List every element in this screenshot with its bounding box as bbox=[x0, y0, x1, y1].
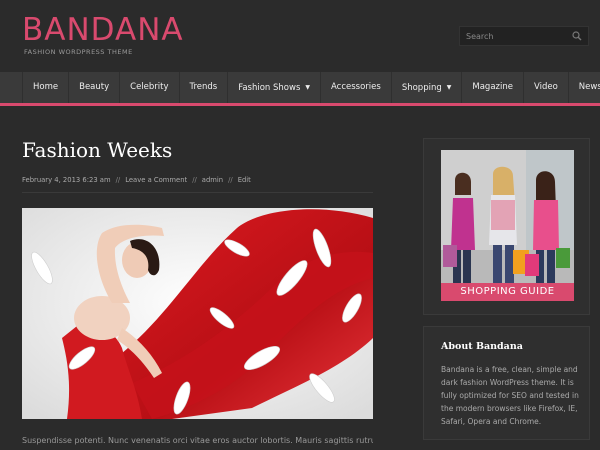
divider bbox=[22, 192, 373, 193]
featured-image[interactable] bbox=[22, 208, 373, 419]
comment-link[interactable]: Leave a Comment bbox=[125, 176, 187, 184]
nav-item-beauty[interactable]: Beauty bbox=[69, 72, 121, 103]
nav-item-video[interactable]: Video bbox=[523, 72, 569, 103]
post-date: February 4, 2013 6:23 am bbox=[22, 176, 111, 184]
meta-separator: // bbox=[115, 176, 121, 184]
nav-label: Home bbox=[33, 82, 59, 92]
nav-label: Beauty bbox=[79, 82, 110, 92]
post-meta: February 4, 2013 6:23 am // Leave a Commen… bbox=[22, 176, 251, 184]
nav-label: Magazine bbox=[472, 82, 513, 92]
caret-down-icon: ▼ bbox=[446, 84, 452, 91]
caret-down-icon: ▼ bbox=[305, 84, 310, 91]
nav-item-shopping[interactable]: Shopping ▼ bbox=[391, 72, 463, 103]
site-header: BANDANA FASHION WORDPRESS THEME bbox=[0, 0, 600, 72]
search-input[interactable] bbox=[466, 29, 566, 43]
fashion-model-image bbox=[22, 208, 373, 419]
shopping-women-image bbox=[441, 150, 574, 301]
ad-label: SHOPPING GUIDE bbox=[441, 283, 574, 301]
widget-text: Bandana is a free, clean, simple and dar… bbox=[441, 365, 579, 426]
nav-label: Shopping bbox=[401, 83, 442, 93]
search-box[interactable] bbox=[459, 26, 589, 46]
nav-label: Trends bbox=[189, 82, 218, 92]
search-icon[interactable] bbox=[572, 31, 582, 41]
author-link[interactable]: admin bbox=[202, 176, 223, 184]
widget-title: About Bandana bbox=[441, 341, 523, 352]
shopping-guide-ad[interactable]: SHOPPING GUIDE bbox=[441, 150, 574, 301]
post-title[interactable]: Fashion Weeks bbox=[22, 138, 172, 162]
nav-item-accessories[interactable]: Accessories bbox=[321, 72, 392, 103]
meta-separator: // bbox=[192, 176, 197, 184]
nav-item-magazine[interactable]: Magazine bbox=[462, 72, 524, 103]
meta-separator: // bbox=[228, 176, 233, 184]
site-tagline: FASHION WORDPRESS THEME bbox=[24, 48, 133, 56]
about-widget: About Bandana Bandana is a free, clean, … bbox=[423, 326, 590, 440]
nav-label: Celebrity bbox=[130, 82, 169, 92]
edit-link[interactable]: Edit bbox=[238, 176, 251, 184]
nav-item-fashion-shows[interactable]: Fashion Shows ▼ bbox=[228, 72, 321, 103]
nav-item-celebrity[interactable]: Celebrity bbox=[120, 72, 180, 103]
nav-label: Video bbox=[533, 82, 558, 92]
nav-label: Accessories bbox=[331, 82, 381, 92]
nav-item-home[interactable]: Home bbox=[22, 72, 70, 103]
nav-label: Fashion Shows bbox=[238, 83, 301, 93]
nav-label: News bbox=[578, 82, 600, 92]
post-excerpt: Suspendisse potenti. Nunc venenatis orci… bbox=[22, 436, 373, 445]
nav-item-news[interactable]: News bbox=[568, 72, 600, 103]
nav-menu: Home Beauty Celebrity Trends Fashion Sho… bbox=[22, 72, 600, 103]
ad-widget: SHOPPING GUIDE bbox=[423, 138, 590, 315]
nav-item-trends[interactable]: Trends bbox=[179, 72, 229, 103]
main-nav: Home Beauty Celebrity Trends Fashion Sho… bbox=[0, 72, 600, 106]
site-logo[interactable]: BANDANA bbox=[22, 12, 184, 48]
